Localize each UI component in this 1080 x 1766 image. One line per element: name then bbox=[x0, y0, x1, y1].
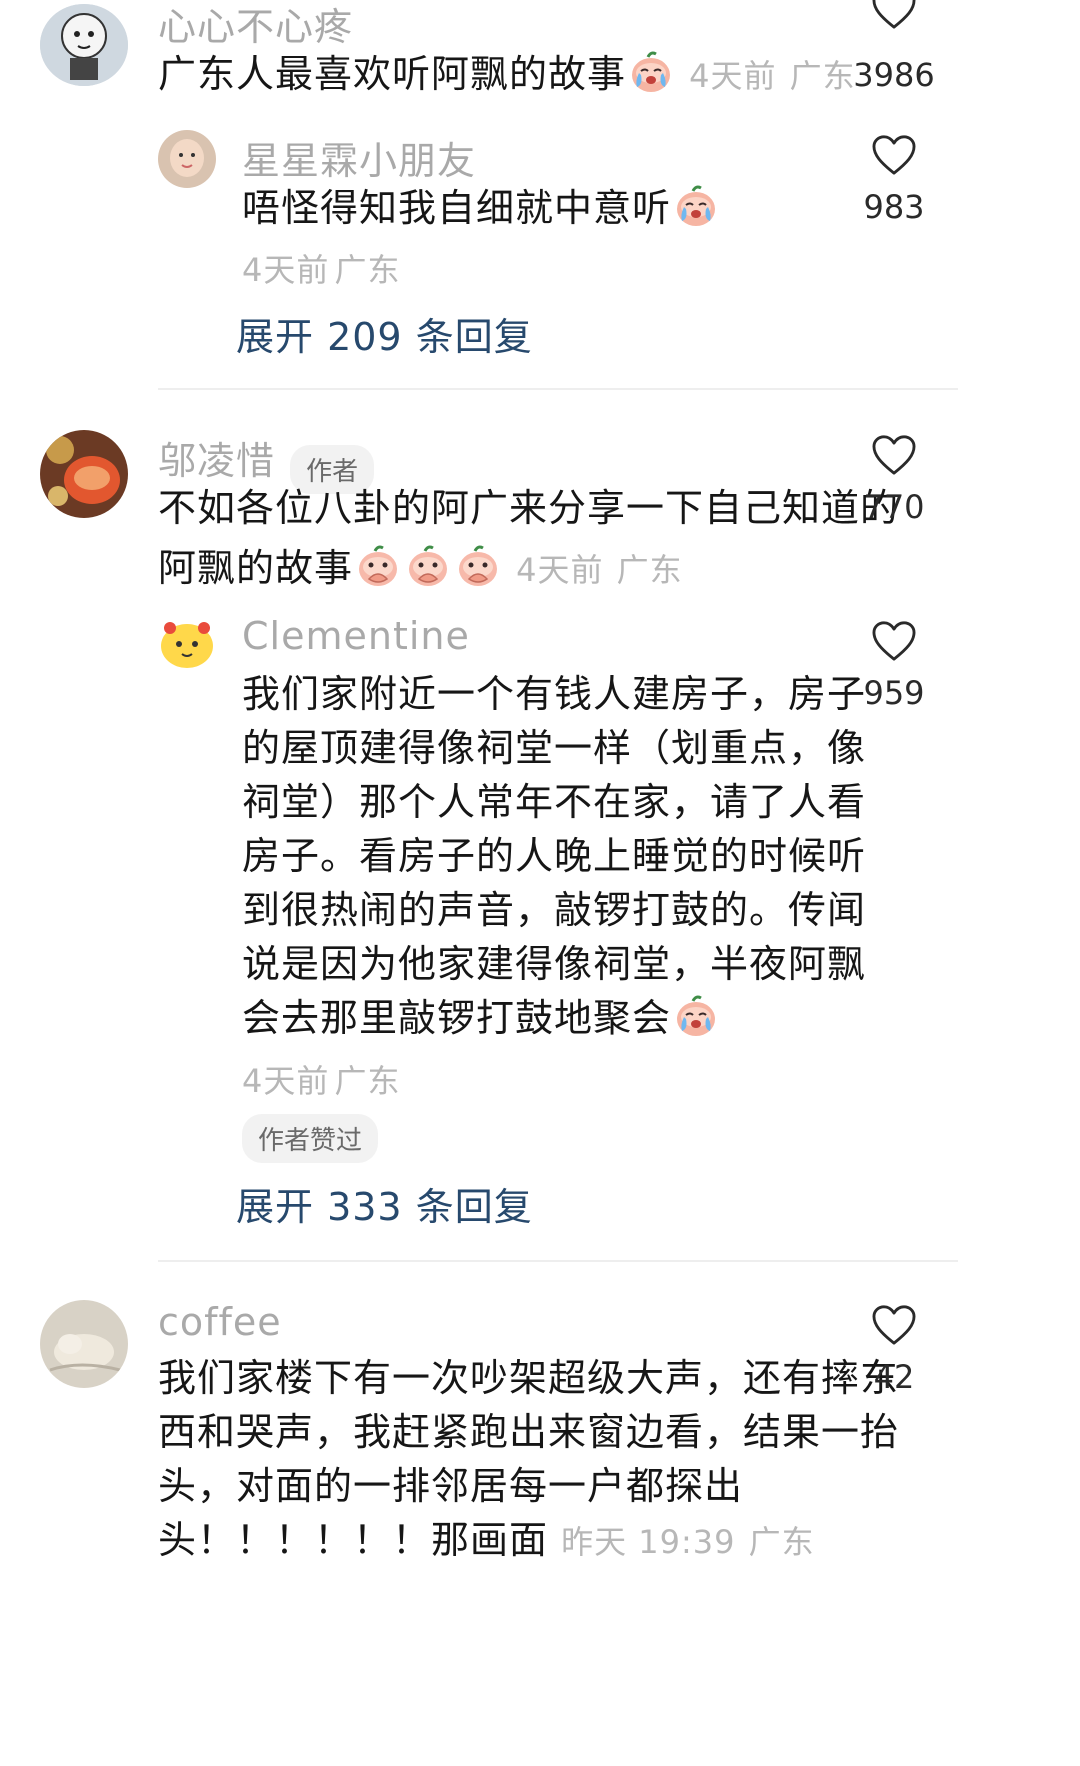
comment-text-last: 头！！！！！！那画面 昨天 19:39 广东 bbox=[158, 1510, 838, 1564]
crying-emoji-icon bbox=[673, 183, 719, 229]
comment-location: 广东 bbox=[616, 551, 683, 589]
avatar-image bbox=[40, 430, 128, 518]
comment-username[interactable]: coffee bbox=[158, 1300, 282, 1344]
comment-text-line: 不如各位八卦的阿广来分享一下自己知道的 bbox=[158, 486, 900, 530]
reply-text-last: 会去那里敲锣打鼓地聚会 bbox=[242, 988, 842, 1042]
reply-meta: 4天前 广东 bbox=[242, 245, 400, 291]
reply-avatar[interactable] bbox=[158, 614, 216, 672]
crying-emoji-icon bbox=[673, 993, 719, 1039]
comment-text-line: 阿飘的故事 bbox=[158, 546, 354, 590]
reply-text-line: 到很热闹的声音，敲锣打鼓的。传闻 bbox=[242, 888, 867, 932]
avatar[interactable] bbox=[40, 1300, 128, 1388]
comment-time: 4天前 bbox=[516, 551, 604, 589]
avatar-image bbox=[158, 130, 216, 188]
reply-location: 广东 bbox=[334, 251, 401, 289]
divider bbox=[158, 388, 958, 390]
reply-text-line: 的屋顶建得像祠堂一样（划重点，像 bbox=[242, 726, 867, 770]
comment-text: 广东人最喜欢听阿飘的故事 4天前 广东 bbox=[158, 44, 858, 106]
comment-username[interactable]: 邬凌惜 bbox=[158, 439, 275, 483]
author-liked-label: 作者赞过 bbox=[242, 1114, 379, 1163]
avatar[interactable] bbox=[40, 430, 128, 518]
like-heart-icon[interactable] bbox=[834, 0, 954, 40]
reply-text-line: 房子。看房子的人晚上睡觉的时候听 bbox=[242, 834, 867, 878]
covering-mouth-emoji-icon bbox=[355, 543, 401, 589]
comment-text-line: 头！！！！！！那画面 bbox=[158, 1518, 549, 1562]
avatar[interactable] bbox=[40, 4, 128, 86]
reply-text-content: 唔怪得知我自细就中意听 bbox=[242, 186, 672, 230]
like-heart-icon[interactable] bbox=[834, 620, 954, 666]
divider bbox=[158, 1260, 958, 1262]
covering-mouth-emoji-icon bbox=[405, 543, 451, 589]
like-heart-icon[interactable] bbox=[834, 434, 954, 480]
avatar-image bbox=[40, 4, 128, 86]
reply-location: 广东 bbox=[334, 1062, 401, 1100]
reply-text-line: 我们家附近一个有钱人建房子，房子 bbox=[242, 672, 867, 716]
reply-avatar[interactable] bbox=[158, 130, 216, 188]
comment-location: 广东 bbox=[748, 1523, 815, 1561]
reply-text: 唔怪得知我自细就中意听 bbox=[242, 178, 721, 238]
reply-meta: 4天前 广东 bbox=[242, 1056, 400, 1102]
comment-time: 4天前 bbox=[689, 57, 777, 95]
reply-text: 我们家附近一个有钱人建房子，房子 的屋顶建得像祠堂一样（划重点，像 祠堂）那个人… bbox=[242, 664, 867, 1042]
comment-text-line: 我们家楼下有一次吵架超级大声，还有摔东 bbox=[158, 1356, 900, 1400]
reply-username[interactable]: Clementine bbox=[242, 614, 470, 658]
comment-text-line: 西和哭声，我赶紧跑出来窗边看，结果一抬 bbox=[158, 1410, 900, 1454]
comment-text-content: 广东人最喜欢听阿飘的故事 bbox=[158, 52, 627, 96]
like-count: 959 bbox=[863, 674, 925, 712]
like-count: 42 bbox=[873, 1358, 915, 1396]
avatar-image bbox=[40, 1300, 128, 1388]
reply-text-line: 会去那里敲锣打鼓地聚会 bbox=[242, 996, 672, 1040]
crying-emoji-icon bbox=[628, 49, 674, 95]
reply-time: 4天前 bbox=[242, 1062, 330, 1100]
like-count: 983 bbox=[863, 188, 925, 226]
like-heart-icon[interactable] bbox=[834, 1304, 954, 1350]
like-count: 770 bbox=[863, 488, 925, 526]
author-liked-badge: 作者赞过 bbox=[242, 1114, 379, 1163]
comment-text-line: 头，对面的一排邻居每一户都探出 bbox=[158, 1464, 744, 1508]
avatar-image bbox=[158, 614, 216, 672]
comment-text-line-2: 阿飘的故事 4天前 广东 bbox=[158, 538, 838, 600]
comment-text: 不如各位八卦的阿广来分享一下自己知道的 阿飘的故事 4天前 广东 bbox=[158, 478, 900, 600]
reply-text-line: 说是因为他家建得像祠堂，半夜阿飘 bbox=[242, 942, 867, 986]
covering-mouth-emoji-icon bbox=[455, 543, 501, 589]
reply-time: 4天前 bbox=[242, 251, 330, 289]
like-count: 3986 bbox=[853, 56, 935, 94]
reply-text-line: 祠堂）那个人常年不在家，请了人看 bbox=[242, 780, 867, 824]
comment-time: 昨天 19:39 bbox=[561, 1523, 736, 1561]
reply-username[interactable]: 星星霖小朋友 bbox=[242, 130, 476, 185]
expand-replies-button[interactable]: 展开 209 条回复 bbox=[236, 306, 533, 361]
expand-replies-button[interactable]: 展开 333 条回复 bbox=[236, 1176, 533, 1231]
like-heart-icon[interactable] bbox=[834, 134, 954, 180]
comment-text: 我们家楼下有一次吵架超级大声，还有摔东 西和哭声，我赶紧跑出来窗边看，结果一抬 … bbox=[158, 1348, 900, 1564]
